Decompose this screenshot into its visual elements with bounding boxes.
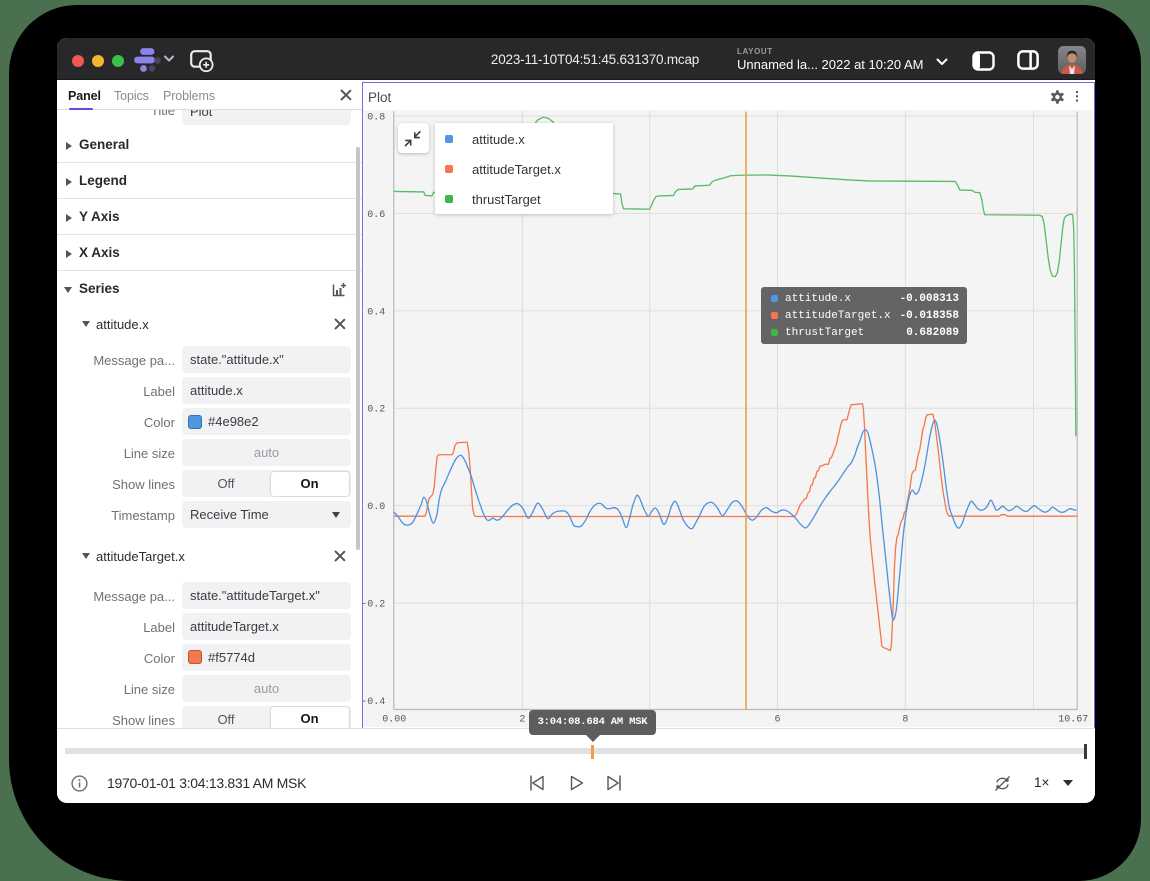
svg-text:-0.4: -0.4 — [363, 696, 385, 707]
svg-text:0.0: 0.0 — [367, 501, 385, 512]
svg-text:0.4: 0.4 — [367, 306, 385, 317]
svg-text:0.2: 0.2 — [367, 404, 385, 415]
svg-text:0.6: 0.6 — [367, 209, 385, 220]
svg-text:8: 8 — [902, 714, 908, 725]
svg-text:2: 2 — [519, 714, 525, 725]
svg-text:-0.2: -0.2 — [363, 599, 385, 610]
svg-text:6: 6 — [774, 714, 780, 725]
svg-text:10.67: 10.67 — [1058, 714, 1088, 725]
svg-text:0.00: 0.00 — [382, 714, 406, 725]
svg-text:0.8: 0.8 — [367, 111, 385, 122]
